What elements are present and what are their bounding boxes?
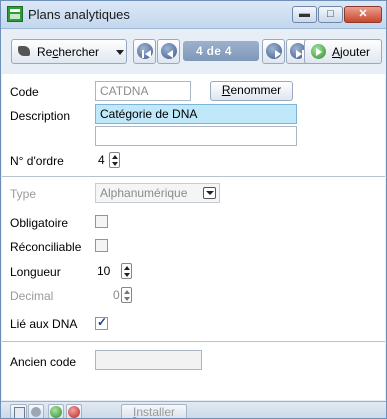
- type-value: Alphanumérique: [100, 186, 188, 200]
- description-field[interactable]: Catégorie de DNA: [95, 104, 297, 124]
- options-icon[interactable]: [28, 404, 44, 418]
- previous-record-button[interactable]: [157, 39, 180, 64]
- title-bar: Plans analytiques ▬ □ ✕: [1, 1, 386, 29]
- order-value: 4: [98, 153, 105, 167]
- chevron-down-icon[interactable]: [203, 187, 216, 199]
- spin-arrows-icon[interactable]: [121, 287, 132, 303]
- code-field[interactable]: CATDNA: [95, 81, 191, 101]
- type-select[interactable]: Alphanumérique: [95, 183, 220, 203]
- decimal-value: 0: [113, 288, 120, 302]
- decimal-stepper[interactable]: 0: [95, 286, 135, 305]
- toolbar: Rechercher 4 de 4 Ajouter: [2, 39, 385, 65]
- save-icon[interactable]: [10, 404, 27, 418]
- order-label: N° d'ordre: [10, 154, 64, 168]
- length-label: Longueur: [10, 265, 61, 279]
- linked-label: Lié aux DNA: [10, 317, 78, 331]
- old-code-label: Ancien code: [10, 355, 77, 369]
- mandatory-label: Obligatoire: [10, 216, 69, 230]
- window-title: Plans analytiques: [28, 7, 130, 22]
- next-record-icon: [266, 43, 282, 59]
- minimize-button[interactable]: ▬: [292, 6, 317, 23]
- length-stepper[interactable]: 10: [95, 262, 135, 281]
- record-position-box: 4 de 4: [183, 41, 259, 61]
- type-label: Type: [10, 187, 37, 201]
- confirm-icon[interactable]: [48, 404, 64, 418]
- previous-record-icon: [161, 43, 177, 59]
- first-record-button[interactable]: [133, 39, 156, 64]
- old-code-field[interactable]: [95, 350, 202, 370]
- close-button[interactable]: ✕: [344, 6, 382, 23]
- description-field-2[interactable]: [95, 126, 297, 146]
- reconcilable-checkbox[interactable]: [95, 239, 108, 252]
- chevron-down-icon: [116, 50, 124, 55]
- decimal-label: Decimal: [10, 289, 54, 303]
- search-button[interactable]: Rechercher: [11, 39, 127, 64]
- reconcilable-label: Réconciliable: [10, 240, 82, 254]
- add-button[interactable]: Ajouter: [304, 39, 382, 64]
- linked-checkbox[interactable]: [95, 315, 108, 330]
- add-label: Ajouter: [332, 45, 371, 59]
- mandatory-checkbox[interactable]: [95, 215, 108, 228]
- spin-arrows-icon[interactable]: [121, 263, 132, 279]
- form-panel: Code CATDNA Renommer Description Catégor…: [2, 74, 385, 400]
- plans-analytiques-window: Plans analytiques ▬ □ ✕ Rechercher 4 de …: [0, 0, 387, 419]
- code-label: Code: [10, 85, 39, 99]
- spin-arrows-icon[interactable]: [109, 152, 120, 168]
- description-label: Description: [10, 109, 71, 123]
- add-icon: [311, 44, 326, 59]
- maximize-button[interactable]: □: [318, 6, 343, 23]
- first-record-icon: [137, 43, 153, 59]
- divider: [2, 176, 385, 177]
- length-value: 10: [97, 264, 111, 278]
- record-position: 4 de 4: [196, 44, 232, 58]
- binoculars-icon: [18, 46, 30, 56]
- app-icon: [7, 6, 23, 22]
- rename-button[interactable]: Renommer: [210, 81, 293, 101]
- order-stepper[interactable]: 4: [95, 151, 123, 170]
- status-bar: Installer: [1, 401, 386, 418]
- cancel-icon[interactable]: [66, 404, 82, 418]
- search-label: Rechercher: [37, 45, 100, 59]
- divider: [2, 341, 385, 342]
- install-button[interactable]: Installer: [121, 404, 187, 418]
- next-record-button[interactable]: [262, 39, 285, 64]
